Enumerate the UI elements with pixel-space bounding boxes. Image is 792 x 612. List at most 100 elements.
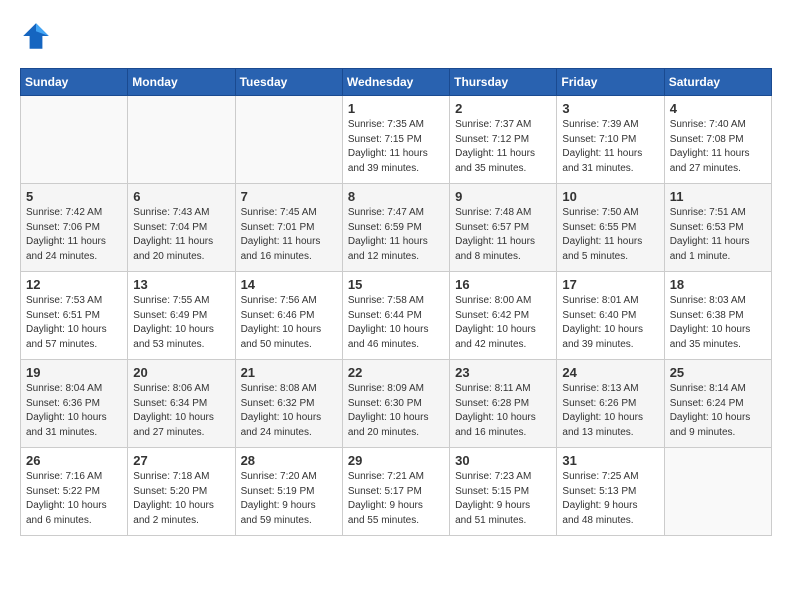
day-number: 8 [348,189,444,204]
day-number: 2 [455,101,551,116]
day-info: Sunrise: 8:08 AM Sunset: 6:32 PM Dayligh… [241,382,337,440]
day-number: 16 [455,277,551,292]
calendar-cell: 5 Sunrise: 7:42 AM Sunset: 7:06 PM Daylig… [21,184,128,272]
calendar-cell: 27Sunrise: 7:18 AM Sunset: 5:20 PM Dayli… [128,448,235,536]
day-number: 31 [562,453,658,468]
day-info: Sunrise: 8:14 AM Sunset: 6:24 PM Dayligh… [670,382,766,440]
calendar-cell: 19 Sunrise: 8:04 AM Sunset: 6:36 PM Dayli… [21,360,128,448]
calendar-header-row: SundayMondayTuesdayWednesdayThursdayFrid… [21,69,772,96]
logo-icon [20,20,52,52]
day-number: 5 [26,189,122,204]
day-info: Sunrise: 8:03 AM Sunset: 6:38 PM Dayligh… [670,294,766,352]
day-number: 14 [241,277,337,292]
calendar-week-row: 26Sunrise: 7:16 AM Sunset: 5:22 PM Dayli… [21,448,772,536]
day-info: Sunrise: 8:06 AM Sunset: 6:34 PM Dayligh… [133,382,229,440]
calendar-cell: 17 Sunrise: 8:01 AM Sunset: 6:40 PM Dayli… [557,272,664,360]
day-number: 24 [562,365,658,380]
day-info: Sunrise: 7:42 AM Sunset: 7:06 PM Dayligh… [26,206,122,264]
day-info: Sunrise: 8:11 AM Sunset: 6:28 PM Dayligh… [455,382,551,440]
calendar-cell: 15Sunrise: 7:58 AM Sunset: 6:44 PM Dayli… [342,272,449,360]
calendar-cell: 18 Sunrise: 8:03 AM Sunset: 6:38 PM Dayli… [664,272,771,360]
day-info: Sunrise: 7:18 AM Sunset: 5:20 PM Dayligh… [133,470,229,528]
calendar-cell [664,448,771,536]
calendar-cell: 13Sunrise: 7:55 AM Sunset: 6:49 PM Dayli… [128,272,235,360]
day-number: 26 [26,453,122,468]
calendar-cell: 31 Sunrise: 7:25 AM Sunset: 5:13 PM Dayli… [557,448,664,536]
calendar-cell: 1 Sunrise: 7:35 AM Sunset: 7:15 PM Daylig… [342,96,449,184]
day-info: Sunrise: 8:04 AM Sunset: 6:36 PM Dayligh… [26,382,122,440]
day-number: 18 [670,277,766,292]
calendar-cell: 14 Sunrise: 7:56 AM Sunset: 6:46 PM Dayli… [235,272,342,360]
calendar-table: SundayMondayTuesdayWednesdayThursdayFrid… [20,68,772,536]
day-number: 3 [562,101,658,116]
day-info: Sunrise: 7:51 AM Sunset: 6:53 PM Dayligh… [670,206,766,264]
day-number: 15 [348,277,444,292]
calendar-cell: 8 Sunrise: 7:47 AM Sunset: 6:59 PM Daylig… [342,184,449,272]
day-info: Sunrise: 7:45 AM Sunset: 7:01 PM Dayligh… [241,206,337,264]
day-info: Sunrise: 7:20 AM Sunset: 5:19 PM Dayligh… [241,470,337,528]
calendar-cell: 9 Sunrise: 7:48 AM Sunset: 6:57 PM Daylig… [450,184,557,272]
day-info: Sunrise: 7:47 AM Sunset: 6:59 PM Dayligh… [348,206,444,264]
day-number: 9 [455,189,551,204]
day-info: Sunrise: 7:55 AM Sunset: 6:49 PM Dayligh… [133,294,229,352]
calendar-cell: 30Sunrise: 7:23 AM Sunset: 5:15 PM Dayli… [450,448,557,536]
day-info: Sunrise: 7:25 AM Sunset: 5:13 PM Dayligh… [562,470,658,528]
day-info: Sunrise: 7:35 AM Sunset: 7:15 PM Dayligh… [348,118,444,176]
day-info: Sunrise: 7:50 AM Sunset: 6:55 PM Dayligh… [562,206,658,264]
calendar-cell: 11 Sunrise: 7:51 AM Sunset: 6:53 PM Dayli… [664,184,771,272]
day-info: Sunrise: 7:56 AM Sunset: 6:46 PM Dayligh… [241,294,337,352]
column-header-saturday: Saturday [664,69,771,96]
calendar-cell: 24Sunrise: 8:13 AM Sunset: 6:26 PM Dayli… [557,360,664,448]
day-number: 6 [133,189,229,204]
day-number: 11 [670,189,766,204]
day-info: Sunrise: 7:39 AM Sunset: 7:10 PM Dayligh… [562,118,658,176]
column-header-tuesday: Tuesday [235,69,342,96]
day-number: 7 [241,189,337,204]
day-info: Sunrise: 7:21 AM Sunset: 5:17 PM Dayligh… [348,470,444,528]
day-info: Sunrise: 8:00 AM Sunset: 6:42 PM Dayligh… [455,294,551,352]
day-number: 29 [348,453,444,468]
day-number: 28 [241,453,337,468]
day-number: 17 [562,277,658,292]
day-info: Sunrise: 8:01 AM Sunset: 6:40 PM Dayligh… [562,294,658,352]
day-number: 19 [26,365,122,380]
calendar-cell [21,96,128,184]
calendar-week-row: 1 Sunrise: 7:35 AM Sunset: 7:15 PM Daylig… [21,96,772,184]
day-info: Sunrise: 7:53 AM Sunset: 6:51 PM Dayligh… [26,294,122,352]
day-number: 1 [348,101,444,116]
day-number: 10 [562,189,658,204]
day-info: Sunrise: 7:40 AM Sunset: 7:08 PM Dayligh… [670,118,766,176]
calendar-cell: 20 Sunrise: 8:06 AM Sunset: 6:34 PM Dayli… [128,360,235,448]
column-header-thursday: Thursday [450,69,557,96]
column-header-sunday: Sunday [21,69,128,96]
calendar-cell: 2 Sunrise: 7:37 AM Sunset: 7:12 PM Daylig… [450,96,557,184]
day-info: Sunrise: 8:09 AM Sunset: 6:30 PM Dayligh… [348,382,444,440]
calendar-cell: 22 Sunrise: 8:09 AM Sunset: 6:30 PM Dayli… [342,360,449,448]
day-info: Sunrise: 7:43 AM Sunset: 7:04 PM Dayligh… [133,206,229,264]
day-info: Sunrise: 7:37 AM Sunset: 7:12 PM Dayligh… [455,118,551,176]
calendar-cell: 21Sunrise: 8:08 AM Sunset: 6:32 PM Dayli… [235,360,342,448]
calendar-cell: 26Sunrise: 7:16 AM Sunset: 5:22 PM Dayli… [21,448,128,536]
day-number: 12 [26,277,122,292]
calendar-cell: 16 Sunrise: 8:00 AM Sunset: 6:42 PM Dayli… [450,272,557,360]
logo [20,20,56,52]
calendar-cell: 12 Sunrise: 7:53 AM Sunset: 6:51 PM Dayli… [21,272,128,360]
calendar-week-row: 12 Sunrise: 7:53 AM Sunset: 6:51 PM Dayli… [21,272,772,360]
calendar-cell: 25 Sunrise: 8:14 AM Sunset: 6:24 PM Dayli… [664,360,771,448]
day-number: 25 [670,365,766,380]
column-header-wednesday: Wednesday [342,69,449,96]
day-number: 23 [455,365,551,380]
day-number: 20 [133,365,229,380]
day-info: Sunrise: 7:23 AM Sunset: 5:15 PM Dayligh… [455,470,551,528]
day-number: 22 [348,365,444,380]
page-header [20,20,772,52]
column-header-monday: Monday [128,69,235,96]
calendar-cell [128,96,235,184]
calendar-cell: 7 Sunrise: 7:45 AM Sunset: 7:01 PM Daylig… [235,184,342,272]
calendar-week-row: 5 Sunrise: 7:42 AM Sunset: 7:06 PM Daylig… [21,184,772,272]
calendar-cell: 10 Sunrise: 7:50 AM Sunset: 6:55 PM Dayli… [557,184,664,272]
calendar-week-row: 19 Sunrise: 8:04 AM Sunset: 6:36 PM Dayli… [21,360,772,448]
column-header-friday: Friday [557,69,664,96]
day-info: Sunrise: 7:48 AM Sunset: 6:57 PM Dayligh… [455,206,551,264]
day-number: 4 [670,101,766,116]
